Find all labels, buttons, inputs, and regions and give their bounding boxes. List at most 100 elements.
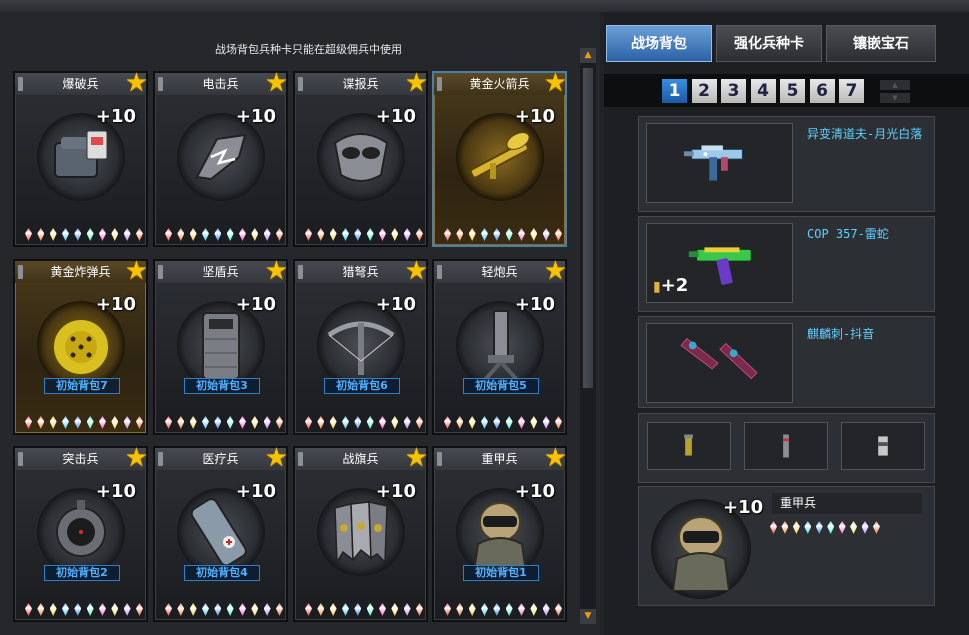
unit-card[interactable]: 重甲兵 ★ +10 初始背包1 xyxy=(432,443,567,622)
tab-inlay-gem[interactable]: 镶嵌宝石 xyxy=(826,25,936,62)
drag-handle[interactable] xyxy=(437,265,442,279)
unit-card[interactable]: 坚盾兵 ★ +10 初始背包3 xyxy=(153,256,288,435)
drag-handle[interactable] xyxy=(18,77,23,91)
unit-card[interactable]: 爆破兵 ★ +10 xyxy=(13,68,148,247)
tab-enhance-card[interactable]: 强化兵种卡 xyxy=(716,25,822,62)
drag-handle[interactable] xyxy=(298,77,303,91)
gem-slot xyxy=(415,228,423,241)
gem-slot xyxy=(468,416,476,429)
gem-slot xyxy=(505,416,513,429)
gem-slot xyxy=(317,416,325,429)
gem-slot xyxy=(305,228,312,241)
initial-pack-badge: 初始背包4 xyxy=(184,565,260,581)
drag-handle[interactable] xyxy=(298,265,303,279)
gem-slot xyxy=(554,416,562,429)
gem-slot xyxy=(123,603,131,616)
gem-slot xyxy=(305,416,312,429)
gem-slot xyxy=(61,416,69,429)
gem-slot xyxy=(480,228,488,241)
drag-handle[interactable] xyxy=(437,452,442,466)
drag-handle[interactable] xyxy=(158,452,163,466)
gem-slot xyxy=(366,603,374,616)
gem-slot xyxy=(391,416,399,429)
gem-slot xyxy=(226,228,234,241)
gem-slot xyxy=(177,228,185,241)
slot-secondary[interactable]: ▮+2 COP 357-雷蛇 xyxy=(638,216,935,312)
slot-throwables[interactable] xyxy=(638,413,935,483)
initial-pack-badge: 初始背包1 xyxy=(463,565,539,581)
card-bonus: +10 xyxy=(235,481,276,502)
card-bonus: +10 xyxy=(514,481,555,502)
gem-slot xyxy=(317,603,325,616)
initial-pack-badge: 初始背包5 xyxy=(463,378,539,394)
gem-slot xyxy=(542,416,550,429)
drag-handle[interactable] xyxy=(158,265,163,279)
unit-card[interactable]: 轻炮兵 ★ +10 初始背包5 xyxy=(432,256,567,435)
gem-slot xyxy=(341,416,349,429)
gem-slot xyxy=(444,416,451,429)
page-button-1[interactable]: 1 xyxy=(662,79,687,103)
gem-slot xyxy=(111,603,119,616)
drag-handle[interactable] xyxy=(437,77,442,91)
gem-row xyxy=(165,228,283,242)
unit-card[interactable]: 战旗兵 ★ +10 xyxy=(293,443,428,622)
unit-card[interactable]: 突击兵 ★ +10 初始背包2 xyxy=(13,443,148,622)
smoke-grenade-icon[interactable] xyxy=(841,422,925,470)
page-button-6[interactable]: 6 xyxy=(809,79,835,103)
gem-slot xyxy=(403,603,411,616)
gem-slot xyxy=(165,228,172,241)
page-down-icon[interactable]: ▼ xyxy=(880,93,910,103)
flashbang-icon[interactable] xyxy=(744,422,828,470)
twin-daggers-icon xyxy=(646,323,793,403)
unit-card[interactable]: 谍报兵 ★ +10 xyxy=(293,68,428,247)
slot-primary[interactable]: 异变清道夫-月光白落 xyxy=(638,116,935,212)
page-button-5[interactable]: 5 xyxy=(780,79,805,103)
drag-handle[interactable] xyxy=(158,77,163,91)
gem-slot xyxy=(542,603,550,616)
unit-card[interactable]: 电击兵 ★ +10 xyxy=(153,68,288,247)
page-button-4[interactable]: 4 xyxy=(750,79,776,103)
card-bonus: +10 xyxy=(375,481,416,502)
gem-slot xyxy=(49,603,57,616)
gem-slot xyxy=(251,603,259,616)
drag-handle[interactable] xyxy=(18,265,23,279)
star-icon: ★ xyxy=(124,68,148,98)
unit-card[interactable]: 黄金火箭兵 ★ +10 xyxy=(432,68,567,247)
gem-slot xyxy=(872,521,880,534)
gem-slot xyxy=(86,228,94,241)
page-button-3[interactable]: 3 xyxy=(721,79,746,103)
gem-slot xyxy=(329,416,337,429)
gem-slot xyxy=(391,603,399,616)
drag-handle[interactable] xyxy=(298,452,303,466)
gem-slot xyxy=(366,416,374,429)
scroll-down-icon[interactable]: ▼ xyxy=(580,609,596,624)
gem-slot xyxy=(444,603,451,616)
gem-slot xyxy=(251,416,259,429)
gem-slot xyxy=(263,416,271,429)
gem-slot xyxy=(123,416,131,429)
gem-slot xyxy=(480,416,488,429)
unit-card[interactable]: 黄金炸弹兵 ★ +10 初始背包7 xyxy=(13,256,148,435)
grenade-icon[interactable] xyxy=(647,422,731,470)
gem-slot xyxy=(263,603,271,616)
tab-battle-pack[interactable]: 战场背包 xyxy=(606,25,712,62)
unit-card[interactable]: 猎弩兵 ★ +10 初始背包6 xyxy=(293,256,428,435)
gem-slot xyxy=(517,416,525,429)
page-button-7[interactable]: 7 xyxy=(839,79,864,103)
gem-slot xyxy=(456,228,464,241)
scroll-thumb[interactable] xyxy=(583,68,593,388)
unit-card[interactable]: 医疗兵 ★ +10 初始背包4 xyxy=(153,443,288,622)
gem-slot xyxy=(25,603,32,616)
slot-melee[interactable]: 麒麟刺-抖音 xyxy=(638,316,935,408)
gem-slot xyxy=(201,603,209,616)
primary-weapon-label: 异变清道夫-月光白落 xyxy=(807,127,923,141)
scroll-up-icon[interactable]: ▲ xyxy=(580,48,596,63)
gem-slot xyxy=(25,228,32,241)
page-up-icon[interactable]: ▲ xyxy=(880,80,910,90)
gem-slot xyxy=(317,228,325,241)
card-scrollbar[interactable]: ▲ ▼ xyxy=(580,48,596,624)
page-button-2[interactable]: 2 xyxy=(691,79,717,103)
gem-row xyxy=(444,228,562,242)
gem-slot xyxy=(444,228,451,241)
drag-handle[interactable] xyxy=(18,452,23,466)
